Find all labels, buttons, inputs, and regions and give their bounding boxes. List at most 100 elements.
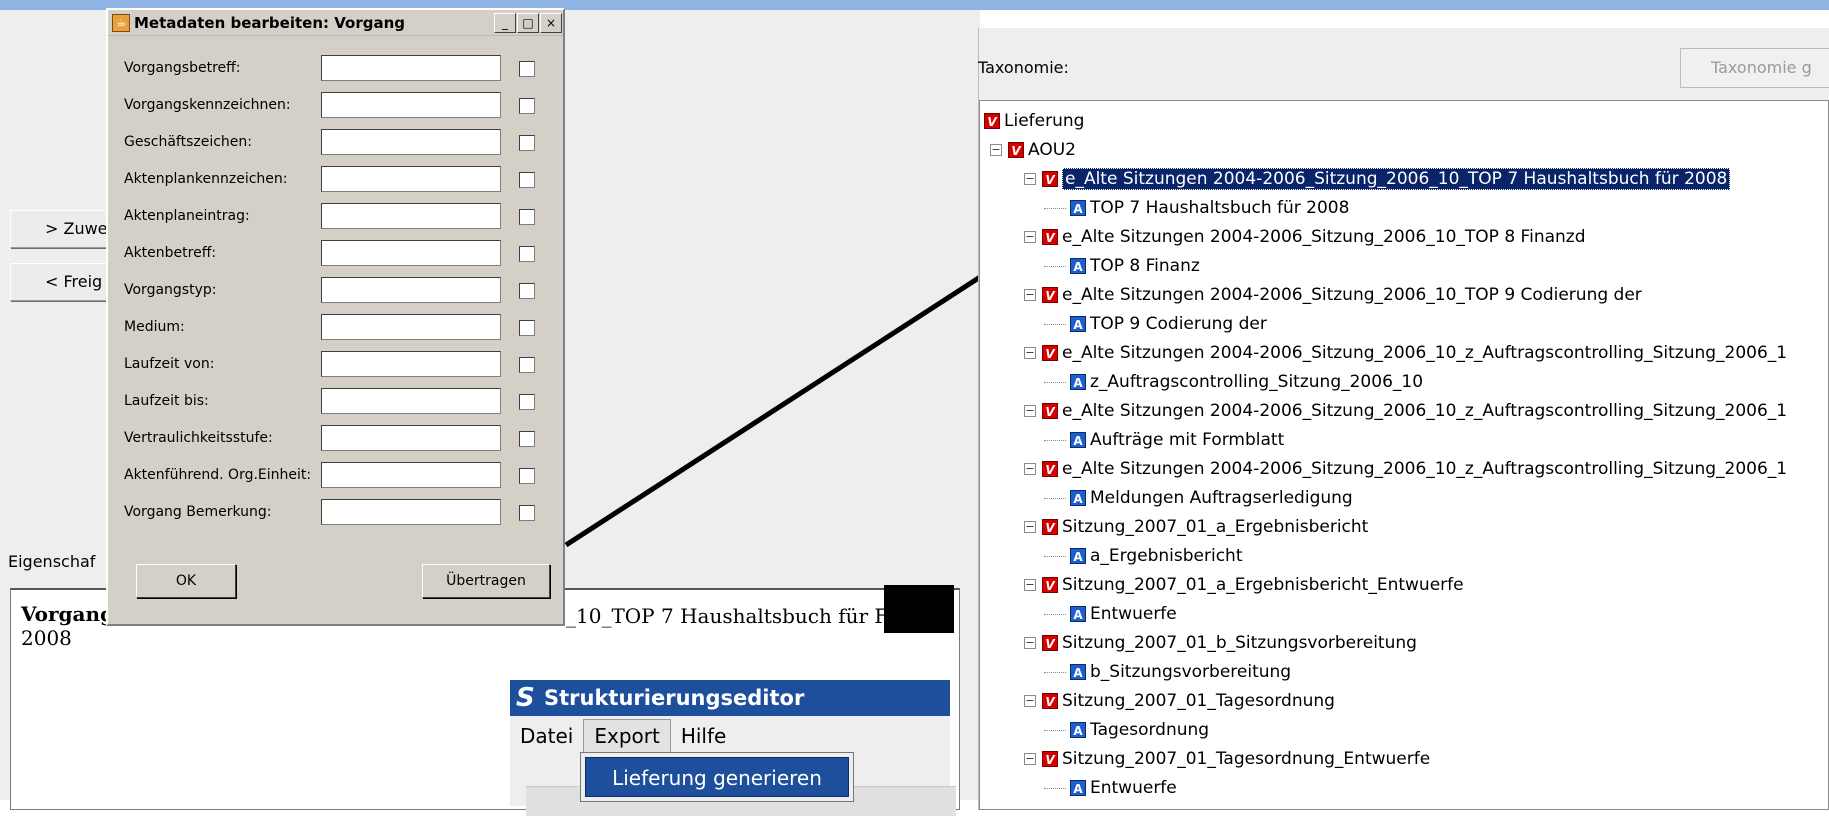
collapse-toggle-icon[interactable]: − [1024,405,1036,417]
tree-node-folder[interactable]: − Ve_Alte Sitzungen 2004-2006_Sitzung_200… [1024,223,1586,251]
tree-node-folder[interactable]: − Ve_Alte Sitzungen 2004-2006_Sitzung_200… [1024,455,1787,483]
field-label: Medium: [124,319,185,335]
field-input[interactable] [321,55,501,81]
tree-node-item[interactable]: A Entwuerfe [1044,774,1177,802]
transfer-button[interactable]: Übertragen [422,564,550,598]
v-folder-icon: V [1042,577,1058,593]
tree-connector [1044,497,1066,499]
field-checkbox[interactable] [519,61,535,77]
tree-node-item[interactable]: A Tagesordnung [1044,716,1209,744]
tree-node-item[interactable]: Az_Auftragscontrolling_Sitzung_2006_10 [1044,368,1423,396]
field-label: Laufzeit bis: [124,393,209,409]
field-checkbox[interactable] [519,468,535,484]
field-checkbox[interactable] [519,431,535,447]
field-row: Aktenplankennzeichen: [108,165,567,195]
field-checkbox[interactable] [519,98,535,114]
menu-item-generate-delivery[interactable]: Lieferung generieren [585,757,849,797]
field-checkbox[interactable] [519,209,535,225]
field-checkbox[interactable] [519,357,535,373]
field-input[interactable] [321,92,501,118]
tree-connector [1044,555,1066,557]
tree-node-item[interactable]: A Meldungen Auftragserledigung [1044,484,1353,512]
dialog-titlebar[interactable]: ☕ Metadaten bearbeiten: Vorgang _ □ × [108,10,563,36]
field-input[interactable] [321,129,501,155]
field-input[interactable] [321,203,501,229]
tree-node-folder[interactable]: − Ve_Alte Sitzungen 2004-2006_Sitzung_200… [1024,165,1731,193]
field-input[interactable] [321,462,501,488]
tree-node-label: e_Alte Sitzungen 2004-2006_Sitzung_2006_… [1062,459,1788,479]
menu-hilfe[interactable]: Hilfe [671,720,737,752]
field-row: Laufzeit bis: [108,387,567,417]
tree-node-folder[interactable]: − V Sitzung_2007_01_Tagesordnung_Entwuerfe [1024,745,1430,773]
menu-export[interactable]: Export [583,719,671,753]
field-checkbox[interactable] [519,172,535,188]
field-input[interactable] [321,240,501,266]
field-input[interactable] [321,166,501,192]
minimize-button[interactable]: _ [494,12,516,33]
a-document-icon: A [1070,548,1086,564]
field-checkbox[interactable] [519,135,535,151]
field-input[interactable] [321,499,501,525]
v-folder-icon: V [1042,519,1058,535]
tree-node-folder[interactable]: − Ve_Alte Sitzungen 2004-2006_Sitzung_200… [1024,397,1787,425]
field-checkbox[interactable] [519,394,535,410]
field-label: Aktenführend. Org.Einheit: [124,467,312,483]
collapse-toggle-icon[interactable]: − [1024,637,1036,649]
tree-node-label: a_Ergebnisbericht [1090,546,1243,566]
a-document-icon: A [1070,200,1086,216]
maximize-button[interactable]: □ [517,12,539,33]
field-input[interactable] [321,314,501,340]
taxonomy-button[interactable]: Taxonomie g [1680,48,1829,88]
a-document-icon: A [1070,780,1086,796]
field-checkbox[interactable] [519,320,535,336]
tree-node-item[interactable]: A Aufträge mit Formblatt [1044,426,1284,454]
ok-button[interactable]: OK [136,564,236,598]
tree-node-folder[interactable]: − V AOU2 [990,136,1076,164]
collapse-toggle-icon[interactable]: − [1024,521,1036,533]
tree-node-item[interactable]: Ab_Sitzungsvorbereitung [1044,658,1291,686]
collapse-toggle-icon[interactable]: − [1024,579,1036,591]
collapse-toggle-icon[interactable]: − [1024,695,1036,707]
collapse-toggle-icon[interactable]: − [1024,231,1036,243]
tree-node-folder[interactable]: − V Sitzung_2007_01_a_Ergebnisbericht_Entw… [1024,571,1464,599]
collapse-toggle-icon[interactable]: − [1024,173,1036,185]
collapse-toggle-icon[interactable]: − [1024,753,1036,765]
field-checkbox[interactable] [519,505,535,521]
close-button[interactable]: × [540,12,562,33]
field-checkbox[interactable] [519,246,535,262]
tree-node-label: Sitzung_2007_01_Tagesordnung_Entwuerfe [1062,749,1431,769]
field-row: Medium: [108,313,567,343]
collapse-toggle-icon[interactable]: − [1024,347,1036,359]
v-folder-icon: V [1042,461,1058,477]
tree-node-label: Sitzung_2007_01_a_Ergebnisbericht_Entwue… [1062,575,1464,595]
collapse-toggle-icon[interactable]: − [1024,289,1036,301]
field-input[interactable] [321,388,501,414]
dialog-title: Metadaten bearbeiten: Vorgang [134,13,405,32]
tree-node-item[interactable]: A TOP 7 Haushaltsbuch für 2008 [1044,194,1349,222]
tree-node-item[interactable]: A TOP 8 Finanz [1044,252,1200,280]
collapse-toggle-icon[interactable]: − [990,144,1002,156]
tree-node-folder[interactable]: − Ve_Alte Sitzungen 2004-2006_Sitzung_200… [1024,281,1642,309]
tree-node-label: e_Alte Sitzungen 2004-2006_Sitzung_2006_… [1062,401,1788,421]
tree-node-folder[interactable]: − V Sitzung_2007_01_b_Sitzungsvorbereitung [1024,629,1417,657]
tree-node-item[interactable]: Aa_Ergebnisbericht [1044,542,1243,570]
field-label: Aktenplaneintrag: [124,208,250,224]
field-checkbox[interactable] [519,283,535,299]
collapse-toggle-icon[interactable]: − [1024,463,1036,475]
v-folder-icon: V [1008,142,1024,158]
v-folder-icon: V [1042,171,1058,187]
field-input[interactable] [321,277,501,303]
tree-node-label: Tagesordnung [1090,720,1210,740]
menu-datei[interactable]: Datei [510,720,583,752]
field-input[interactable] [321,351,501,377]
tree-node-folder[interactable]: − V Sitzung_2007_01_a_Ergebnisbericht [1024,513,1368,541]
tree-node-item[interactable]: A TOP 9 Codierung der [1044,310,1267,338]
taxonomy-label: Taxonomie: [978,58,1069,77]
tree-node-label: Sitzung_2007_01_a_Ergebnisbericht [1062,517,1369,537]
tree-node-folder[interactable]: V Lieferung [984,107,1084,135]
tree-node-folder[interactable]: − V Sitzung_2007_01_Tagesordnung [1024,687,1335,715]
field-input[interactable] [321,425,501,451]
tree-node-folder[interactable]: − Ve_Alte Sitzungen 2004-2006_Sitzung_200… [1024,339,1787,367]
field-row: Laufzeit von: [108,350,567,380]
tree-node-item[interactable]: A Entwuerfe [1044,600,1177,628]
